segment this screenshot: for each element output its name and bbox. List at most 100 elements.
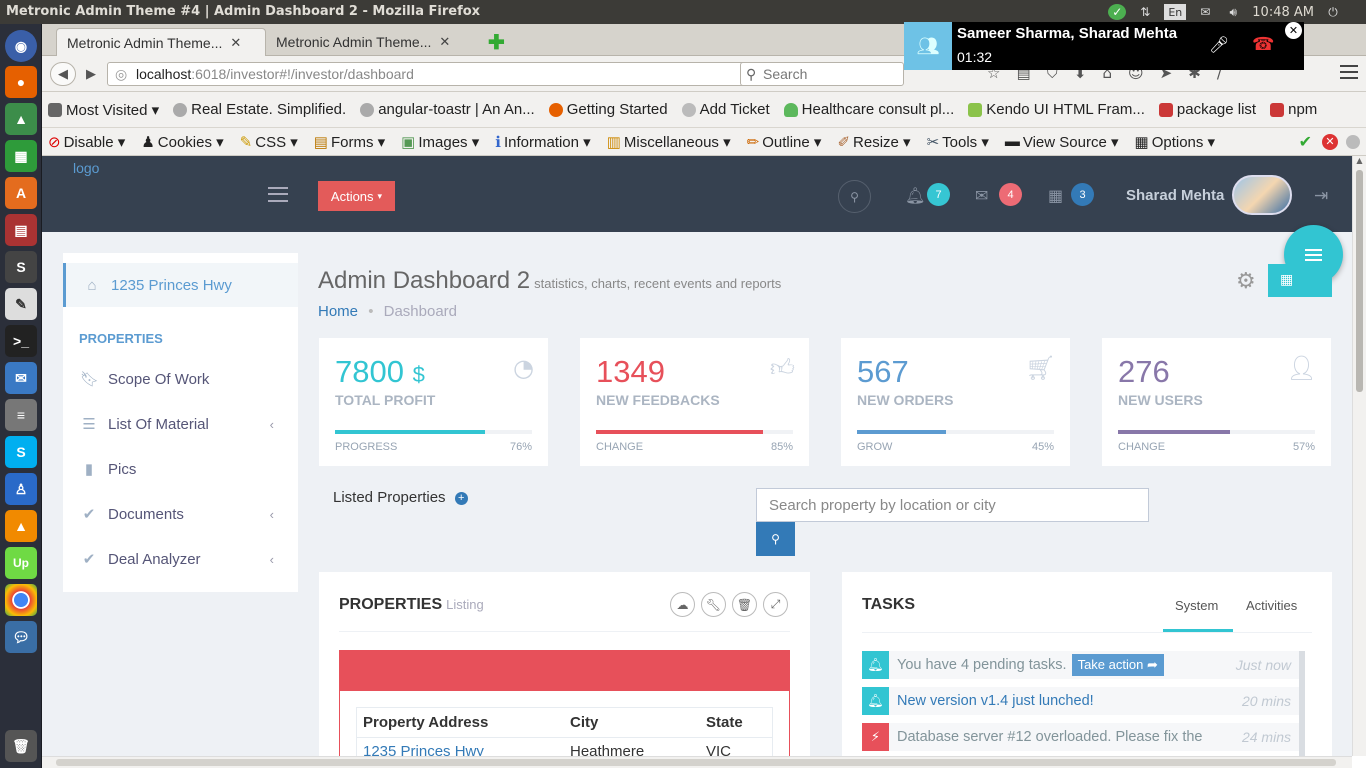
- inbox-icon[interactable]: ✉: [975, 186, 988, 205]
- network-people-icon[interactable]: ♙: [5, 473, 37, 505]
- volume-icon[interactable]: 🔊︎: [1224, 4, 1242, 20]
- calendar-icon[interactable]: ▦: [1048, 186, 1063, 205]
- bookmark-npm[interactable]: npm: [1270, 101, 1317, 118]
- hang-up-icon[interactable]: ☎: [1252, 34, 1274, 55]
- logout-icon[interactable]: ⇥: [1314, 186, 1328, 206]
- settings-gear-icon[interactable]: ⚙: [1236, 269, 1256, 294]
- wrench-button[interactable]: 🔧︎: [701, 592, 726, 617]
- sidebar-toggle-icon[interactable]: [268, 187, 288, 202]
- bookmark-most-visited[interactable]: Most Visited ▾: [48, 101, 159, 119]
- tab-system[interactable]: System: [1175, 598, 1218, 613]
- call-notification[interactable]: 👥︎ Sameer Sharma, Sharad Mehta 01:32 🎤︎ …: [904, 22, 1304, 70]
- network-icon[interactable]: ⇅: [1136, 4, 1154, 20]
- browser-search-field[interactable]: ⚲ Search: [740, 62, 904, 86]
- upwork-icon[interactable]: Up: [5, 547, 37, 579]
- check-icon[interactable]: ✓: [1108, 4, 1127, 20]
- tab-dashboard-active[interactable]: Metronic Admin Theme... ✕: [56, 28, 266, 56]
- task-item[interactable]: 🔔︎ New version v1.4 just lunched! 20 min…: [862, 687, 1299, 715]
- wd-disable[interactable]: ⊘ Disable ▾: [48, 133, 125, 151]
- bookmark-package-list[interactable]: package list: [1158, 101, 1256, 118]
- tasks-scrollbar[interactable]: [1299, 651, 1305, 756]
- wd-miscellaneous[interactable]: ▥ Miscellaneous ▾: [607, 133, 731, 151]
- sidebar-item-scope-of-work[interactable]: 🔖︎ Scope Of Work: [63, 357, 298, 401]
- new-tab-button[interactable]: ✚: [478, 28, 515, 56]
- bell-icon[interactable]: 🔔︎: [905, 186, 925, 205]
- software-center-icon[interactable]: A: [5, 177, 37, 209]
- power-icon[interactable]: ⏻: [1324, 4, 1342, 20]
- wd-information[interactable]: ℹ Information ▾: [495, 133, 590, 151]
- close-tab-icon[interactable]: ✕: [230, 35, 241, 51]
- wd-images[interactable]: ▣ Images ▾: [401, 133, 479, 151]
- chrome-icon[interactable]: [5, 584, 37, 616]
- close-call-icon[interactable]: ✕: [1285, 22, 1302, 39]
- grey-status-icon[interactable]: [1346, 134, 1360, 149]
- horizontal-scrollbar[interactable]: [42, 756, 1352, 768]
- wd-view-source[interactable]: ▬ View Source ▾: [1005, 133, 1119, 151]
- firefox-icon[interactable]: ●: [5, 66, 37, 98]
- wd-forms[interactable]: ▤ Forms ▾: [314, 133, 385, 151]
- wd-outline[interactable]: ✏ Outline ▾: [747, 133, 822, 151]
- add-circle-icon[interactable]: +: [454, 491, 468, 505]
- sidebar-item-property-home[interactable]: ⌂ 1235 Princes Hwy: [63, 263, 298, 307]
- bookmark-add-ticket[interactable]: Add Ticket: [681, 101, 770, 118]
- green-check-icon[interactable]: ✔: [1299, 132, 1312, 152]
- clock[interactable]: 10:48 AM: [1252, 5, 1314, 20]
- toolbar-action-button[interactable]: ▦: [1268, 264, 1332, 297]
- logo[interactable]: logo: [73, 160, 99, 176]
- chat-icon[interactable]: 💬︎: [5, 621, 37, 653]
- microphone-icon[interactable]: 🎤︎: [1209, 35, 1229, 55]
- thunderbird-icon[interactable]: ✉: [5, 362, 37, 394]
- column-header[interactable]: State: [700, 714, 743, 731]
- dash-icon[interactable]: ◉: [5, 30, 37, 62]
- menu-button[interactable]: [1340, 65, 1358, 79]
- wd-options[interactable]: ▦ Options ▾: [1135, 133, 1216, 151]
- sublime-icon[interactable]: S: [5, 251, 37, 283]
- wd-resize[interactable]: ✐ Resize ▾: [837, 133, 910, 151]
- property-search-button[interactable]: ⚲: [756, 522, 795, 556]
- breadcrumb-home[interactable]: Home: [318, 303, 358, 320]
- mail-icon[interactable]: ✉: [1196, 4, 1214, 20]
- text-editor-icon[interactable]: ✎: [5, 288, 37, 320]
- actions-button[interactable]: Actions ▾: [318, 181, 395, 211]
- spreadsheet-icon[interactable]: ▦: [5, 140, 37, 172]
- task-item[interactable]: 🔔︎ You have 4 pending tasks. Take action…: [862, 651, 1299, 679]
- forward-button[interactable]: ▶: [78, 62, 104, 86]
- back-button[interactable]: ◀: [50, 62, 76, 86]
- vlc-icon[interactable]: ▲: [5, 510, 37, 542]
- url-bar[interactable]: ◎ localhost:6018/investor#!/investor/das…: [107, 62, 772, 86]
- wd-cookies[interactable]: ♟ Cookies ▾: [141, 133, 223, 151]
- column-header[interactable]: Property Address: [357, 714, 564, 731]
- red-error-icon[interactable]: ✕: [1322, 133, 1338, 150]
- database-icon[interactable]: ≡: [5, 399, 37, 431]
- tab-activities[interactable]: Activities: [1246, 598, 1297, 613]
- wd-css[interactable]: ✎ CSS ▾: [240, 133, 298, 151]
- bookmark-real-estate[interactable]: Real Estate. Simplified.: [173, 101, 346, 118]
- wd-tools[interactable]: ✂ Tools ▾: [927, 133, 989, 151]
- bookmark-healthcare[interactable]: Healthcare consult pl...: [783, 101, 954, 118]
- trash-icon[interactable]: 🗑︎: [5, 730, 37, 762]
- property-search-input[interactable]: Search property by location or city: [756, 488, 1149, 522]
- upload-cloud-button[interactable]: ☁: [670, 592, 695, 617]
- trash-button[interactable]: 🗑︎: [732, 592, 757, 617]
- bookmark-getting-started[interactable]: Getting Started: [548, 101, 668, 118]
- take-action-button[interactable]: Take action ➦: [1071, 654, 1164, 676]
- tab-dashboard-second[interactable]: Metronic Admin Theme... ✕: [266, 28, 476, 56]
- skype-icon[interactable]: S: [5, 436, 37, 468]
- scroll-thumb[interactable]: [56, 759, 1336, 766]
- vertical-scrollbar[interactable]: ▲: [1352, 156, 1366, 756]
- sidebar-item-list-of-material[interactable]: ☰ List Of Material ‹: [63, 402, 298, 446]
- scroll-up-arrow[interactable]: ▲: [1353, 156, 1366, 165]
- terminal-icon[interactable]: >_: [5, 325, 37, 357]
- task-item[interactable]: ⚡︎ Database server #12 overloaded. Pleas…: [862, 723, 1299, 751]
- fullscreen-button[interactable]: ⤢: [763, 592, 788, 617]
- property-address-link[interactable]: 1235 Princes Hwy: [357, 743, 564, 756]
- column-header[interactable]: City: [564, 714, 700, 731]
- header-search-button[interactable]: ⚲: [838, 180, 871, 213]
- keyboard-layout[interactable]: En: [1164, 4, 1187, 20]
- close-tab-icon[interactable]: ✕: [439, 34, 450, 50]
- sidebar-item-pics[interactable]: ▮ Pics: [63, 447, 298, 491]
- user-name[interactable]: Sharad Mehta: [1126, 187, 1224, 204]
- bookmark-angular-toastr[interactable]: angular-toastr | An An...: [360, 101, 535, 118]
- remmina-icon[interactable]: ▲: [5, 103, 37, 135]
- sidebar-item-documents[interactable]: ✔ Documents ‹: [63, 492, 298, 536]
